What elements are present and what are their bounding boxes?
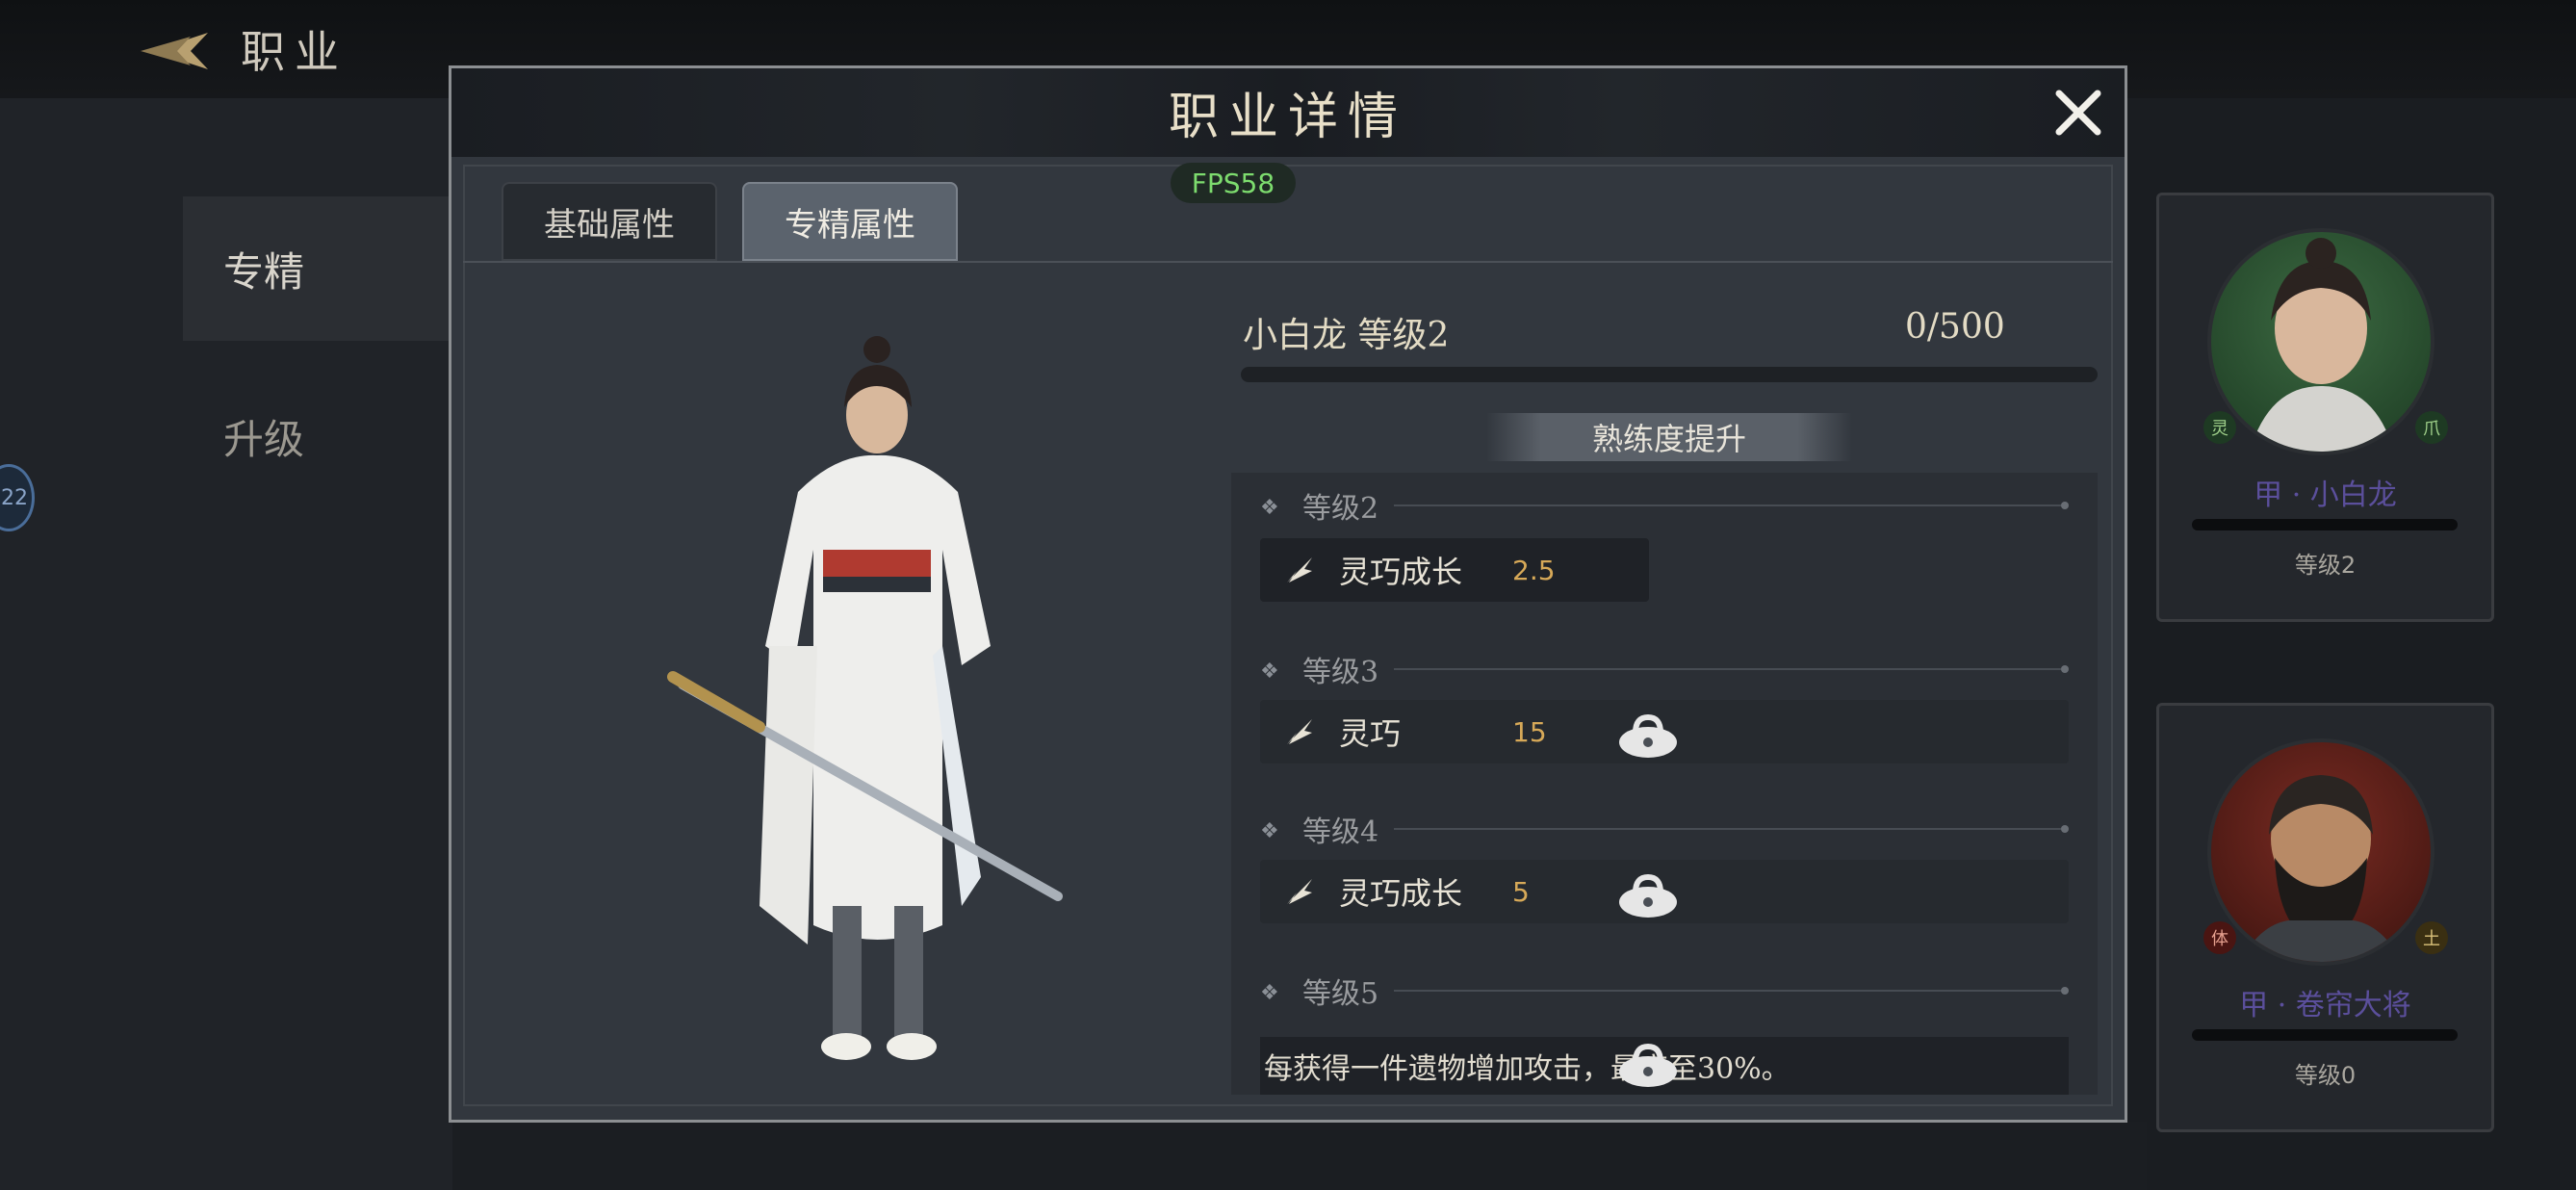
character-name-level: 小白龙 等级2 [1243, 316, 1450, 355]
attribute-value: 2.5 [1512, 554, 1556, 586]
element-badge: 灵 [2203, 411, 2236, 444]
diamond-icon: ❖ [1260, 496, 1279, 520]
attribute-value: 15 [1512, 715, 1547, 748]
exp-progress-bar [1241, 367, 2098, 382]
tab-specialization-attributes[interactable]: 专精属性 [742, 182, 958, 261]
attribute-row: 灵巧成长 2.5 [1260, 538, 1649, 602]
agility-icon [1287, 557, 1312, 582]
card-progress-bar [2192, 1029, 2458, 1041]
lock-icon [1619, 1043, 1677, 1087]
proficiency-upgrade-button[interactable]: 熟练度提升 [1486, 413, 1852, 461]
character-figure [667, 336, 1063, 1060]
page-title: 职业 [241, 26, 348, 78]
specialization-list: ❖ 等级2 灵巧成长 2.5 ❖ 等级3 灵巧 15 ❖ 等级4 灵巧成长 5 … [1231, 473, 2098, 1095]
level-label: 等级5 [1302, 977, 1379, 1011]
diamond-icon: ❖ [1260, 981, 1279, 1005]
back-arrow-icon[interactable] [133, 27, 210, 75]
lock-icon [1619, 873, 1677, 918]
level-header: ❖ 等级2 [1260, 484, 2069, 527]
nav-item-specialization[interactable]: 专精 [183, 196, 452, 341]
element-badge: 爪 [2415, 411, 2448, 444]
level-header: ❖ 等级3 [1260, 648, 2069, 690]
modal-title: 职业详情 [1168, 89, 1407, 146]
diamond-icon: ❖ [1260, 819, 1279, 843]
tab-basic-attributes[interactable]: 基础属性 [502, 182, 717, 261]
level-label: 等级3 [1302, 656, 1379, 689]
level-header: ❖ 等级5 [1260, 970, 2069, 1012]
avatar [2207, 738, 2434, 966]
agility-icon [1287, 719, 1312, 744]
fps-counter: FPS58 [1171, 163, 1296, 203]
element-badge: 土 [2415, 921, 2448, 954]
character-card-2[interactable]: 体 土 甲 · 卷帘大将 等级0 [2156, 703, 2494, 1132]
card-name: 甲 · 小白龙 [2254, 479, 2397, 512]
element-badge: 体 [2203, 921, 2236, 954]
nav-item-upgrade[interactable]: 升级 [183, 364, 452, 508]
level-label: 等级2 [1302, 492, 1379, 526]
divider [463, 261, 2113, 263]
exp-text: 0/500 [1905, 307, 2005, 347]
attribute-name: 灵巧成长 [1339, 554, 1463, 590]
job-detail-modal: 职业详情 FPS58 基础属性 专精属性 小白龙 等级2 0/500 熟练度提升… [449, 65, 2127, 1123]
attribute-name: 灵巧 [1339, 715, 1402, 752]
level-label: 等级4 [1302, 815, 1379, 849]
modal-header: 职业详情 [451, 68, 2125, 157]
card-name: 甲 · 卷帘大将 [2239, 989, 2411, 1022]
level-badge: 22 [0, 464, 35, 531]
attribute-value: 5 [1512, 875, 1530, 908]
close-icon[interactable] [2049, 84, 2107, 142]
bottom-strip [452, 1122, 2147, 1190]
avatar [2207, 228, 2434, 455]
diamond-icon: ❖ [1260, 660, 1279, 684]
attribute-name: 灵巧成长 [1339, 875, 1463, 912]
agility-icon [1287, 879, 1312, 904]
card-progress-bar [2192, 519, 2458, 530]
card-level: 等级0 [2294, 1062, 2357, 1089]
level-header: ❖ 等级4 [1260, 808, 2069, 850]
card-level: 等级2 [2294, 552, 2357, 579]
lock-icon [1619, 713, 1677, 758]
character-card-1[interactable]: 灵 爪 甲 · 小白龙 等级2 [2156, 193, 2494, 622]
